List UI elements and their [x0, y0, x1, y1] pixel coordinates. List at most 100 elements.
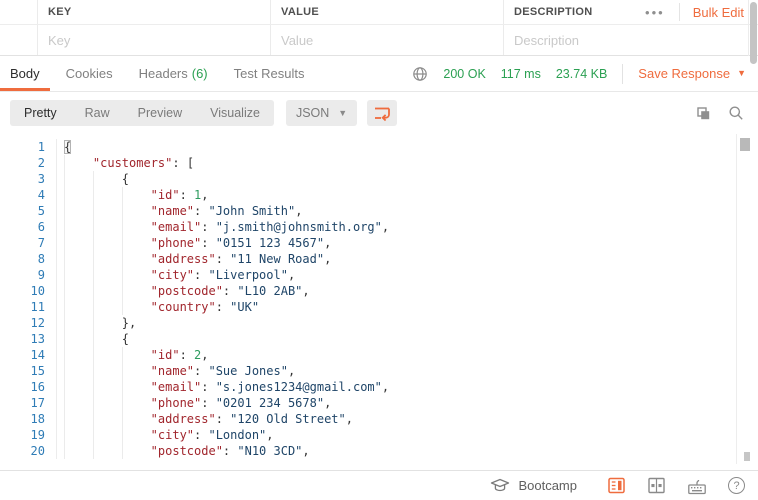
mode-visualize[interactable]: Visualize: [196, 100, 274, 126]
tab-cookies[interactable]: Cookies: [56, 56, 123, 91]
code-line: 8"address": "11 New Road",: [0, 251, 736, 267]
code-line: 3{: [0, 171, 736, 187]
line-number: 10: [0, 283, 57, 299]
params-table-header: KEY VALUE DESCRIPTION ••• Bulk Edit: [0, 0, 758, 25]
line-number: 11: [0, 299, 57, 315]
code-line: 18"address": "120 Old Street",: [0, 411, 736, 427]
code-text: "phone": "0151 123 4567",: [57, 235, 331, 251]
keyboard-shortcuts-button[interactable]: [687, 477, 707, 495]
mode-pretty[interactable]: Pretty: [10, 100, 71, 126]
line-number: 6: [0, 219, 57, 235]
response-status-group: 200 OK 117 ms 23.74 KB Save Response ▼: [412, 64, 758, 84]
bootcamp-button[interactable]: Bootcamp: [490, 478, 577, 494]
code-line: 5"name": "John Smith",: [0, 203, 736, 219]
bulk-edit-button[interactable]: Bulk Edit: [680, 5, 758, 20]
code-line: 11"country": "UK": [0, 299, 736, 315]
line-number: 18: [0, 411, 57, 427]
code-line: 16"email": "s.jones1234@gmail.com",: [0, 379, 736, 395]
code-line: 9"city": "Liverpool",: [0, 267, 736, 283]
line-number: 14: [0, 347, 57, 363]
code-text: "email": "s.jones1234@gmail.com",: [57, 379, 389, 395]
more-actions-icon[interactable]: •••: [631, 5, 679, 20]
value-input[interactable]: [281, 33, 492, 48]
params-table-row: [0, 25, 758, 56]
globe-icon: [412, 66, 428, 82]
line-number: 17: [0, 395, 57, 411]
code-text: "phone": "0201 234 5678",: [57, 395, 331, 411]
code-line: 6"email": "j.smith@johnsmith.org",: [0, 219, 736, 235]
line-number: 15: [0, 363, 57, 379]
key-column-header: KEY: [48, 6, 72, 18]
line-number: 12: [0, 315, 57, 331]
code-line: 20"postcode": "N10 3CD",: [0, 443, 736, 459]
code-text: {: [57, 331, 129, 347]
response-time: 117 ms: [501, 67, 541, 81]
response-body-viewer[interactable]: 1{2"customers": [3{4"id": 1,5"name": "Jo…: [0, 134, 758, 464]
copy-icon: [695, 105, 712, 122]
code-text: "id": 2,: [57, 347, 209, 363]
dropdown-caret-icon: ▼: [737, 69, 746, 78]
line-number: 2: [0, 155, 57, 171]
code-text: "customers": [: [57, 155, 194, 171]
tab-body[interactable]: Body: [0, 56, 50, 91]
search-button[interactable]: [728, 105, 744, 121]
description-input[interactable]: [514, 33, 746, 48]
code-text: },: [57, 315, 136, 331]
json-code-editor[interactable]: 1{2"customers": [3{4"id": 1,5"name": "Jo…: [0, 134, 737, 464]
status-separator: [622, 64, 623, 84]
code-text: "country": "UK": [57, 299, 259, 315]
save-response-button[interactable]: Save Response ▼: [638, 66, 746, 81]
line-number: 8: [0, 251, 57, 267]
code-line: 2"customers": [: [0, 155, 736, 171]
changelog-button[interactable]: [607, 476, 626, 495]
description-column-header: DESCRIPTION: [514, 6, 592, 18]
code-line: 14"id": 2,: [0, 347, 736, 363]
line-number: 13: [0, 331, 57, 347]
format-code-button[interactable]: [367, 100, 397, 126]
line-number: 16: [0, 379, 57, 395]
code-line: 4"id": 1,: [0, 187, 736, 203]
code-text: "name": "Sue Jones",: [57, 363, 295, 379]
code-text: "address": "11 New Road",: [57, 251, 331, 267]
code-text: "name": "John Smith",: [57, 203, 302, 219]
key-input[interactable]: [48, 33, 259, 48]
page-scrollbar-thumb[interactable]: [750, 2, 757, 64]
keyboard-icon: [687, 477, 707, 495]
language-select[interactable]: JSON ▼: [286, 100, 357, 126]
code-scrollbar-thumb[interactable]: [740, 138, 750, 151]
code-text: "address": "120 Old Street",: [57, 411, 353, 427]
tab-headers[interactable]: Headers(6): [129, 56, 218, 91]
code-line: 13{: [0, 331, 736, 347]
code-line: 12},: [0, 315, 736, 331]
body-viewer-toolbar: PrettyRawPreviewVisualize JSON ▼: [0, 92, 758, 134]
mode-preview[interactable]: Preview: [124, 100, 196, 126]
mode-raw[interactable]: Raw: [71, 100, 124, 126]
row-handle-column: [0, 0, 38, 24]
split-pane-icon: [647, 476, 666, 495]
code-text: {: [57, 171, 129, 187]
view-mode-segmented-control: PrettyRawPreviewVisualize: [10, 100, 274, 126]
scrollbar-track-line: [748, 0, 749, 56]
line-number: 1: [0, 139, 57, 155]
chevron-down-icon: ▼: [338, 109, 347, 118]
code-text: "city": "London",: [57, 427, 274, 443]
response-tabs: BodyCookiesHeaders(6)Test Results: [0, 56, 320, 91]
code-line: 10"postcode": "L10 2AB",: [0, 283, 736, 299]
help-icon[interactable]: ?: [728, 477, 745, 494]
response-size: 23.74 KB: [556, 67, 607, 81]
row-handle-column: [0, 25, 38, 55]
code-hscrollbar-thumb[interactable]: [744, 452, 750, 461]
code-text: "postcode": "L10 2AB",: [57, 283, 310, 299]
copy-button[interactable]: [695, 105, 712, 122]
code-line: 1{: [0, 139, 736, 155]
line-number: 19: [0, 427, 57, 443]
code-line: 19"city": "London",: [0, 427, 736, 443]
line-number: 9: [0, 267, 57, 283]
response-section-tabbar: BodyCookiesHeaders(6)Test Results 200 OK…: [0, 56, 758, 92]
graduation-cap-icon: [490, 478, 510, 494]
tab-test-results[interactable]: Test Results: [224, 56, 315, 91]
code-text: {: [57, 139, 71, 155]
two-pane-view-button[interactable]: [647, 476, 666, 495]
code-text: "email": "j.smith@johnsmith.org",: [57, 219, 389, 235]
format-icon: [373, 105, 391, 122]
